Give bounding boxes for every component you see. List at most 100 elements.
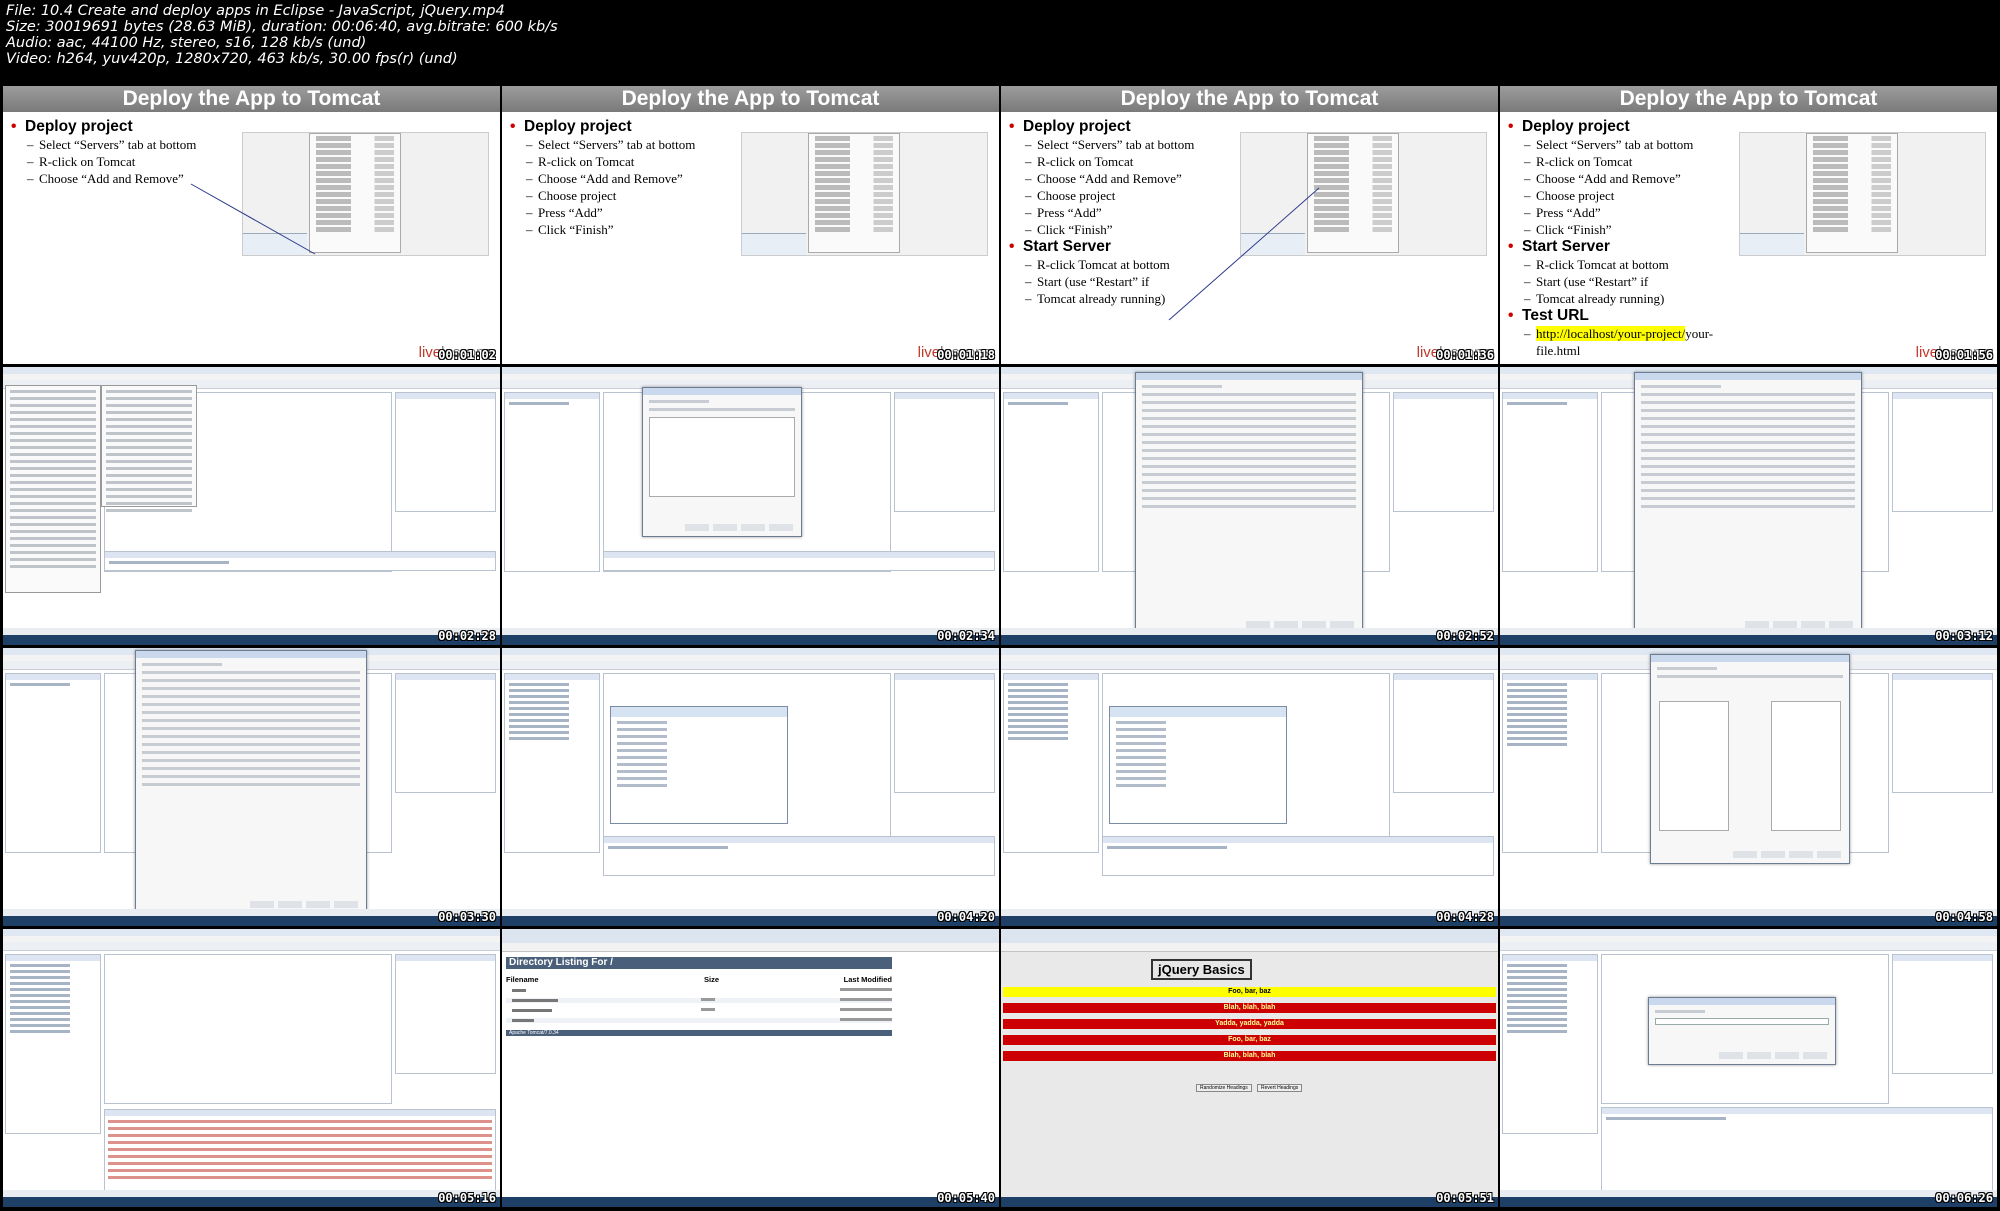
- timestamp: 00:02:34: [937, 629, 995, 643]
- sub-bullet: R-click on Tomcat: [508, 153, 758, 170]
- file-line: File: 10.4 Create and deploy apps in Ecl…: [6, 3, 505, 19]
- windows-taskbar: [1001, 916, 1498, 926]
- thumb-eclipse-add-remove: 00:04:58: [1500, 648, 1997, 926]
- timestamp: 00:05:16: [438, 1191, 496, 1205]
- windows-taskbar: [502, 635, 999, 645]
- timestamp: 00:02:28: [438, 629, 496, 643]
- project-explorer[interactable]: [1003, 673, 1099, 853]
- sub-bullet: Press “Add”: [508, 204, 758, 221]
- outline-pane: [1892, 954, 1993, 1074]
- table-row[interactable]: [506, 988, 892, 993]
- new-project-dialog[interactable]: [642, 387, 802, 537]
- timestamp: 00:02:52: [1436, 629, 1494, 643]
- randomize-headings-button[interactable]: Randomize Headings: [1196, 1084, 1252, 1092]
- sub-bullet-text: Tomcat already running): [1536, 291, 1665, 306]
- project-explorer[interactable]: [1003, 392, 1099, 572]
- outline-pane: [395, 673, 496, 793]
- dynamic-web-project-dialog[interactable]: [1135, 372, 1363, 634]
- project-explorer[interactable]: [5, 673, 101, 853]
- arrow-line: [1168, 187, 1320, 321]
- project-explorer[interactable]: [1502, 392, 1598, 572]
- slide-title: Deploy the App to Tomcat: [621, 87, 880, 110]
- arrow-line: [190, 183, 316, 255]
- thumb-eclipse-dynamic-web-2: 00:03:12: [1500, 367, 1997, 645]
- sub-bullet: Click “Finish”: [1506, 221, 1756, 238]
- sub-bullet: Choose “Add and Remove”: [508, 170, 758, 187]
- windows-taskbar: [502, 916, 999, 926]
- timestamp: 00:04:58: [1935, 910, 1993, 924]
- timestamp: 00:01:56: [1935, 348, 1993, 362]
- sub-bullet-cont: Tomcat already running): [1506, 290, 1756, 307]
- editor-area: [104, 954, 392, 1104]
- timestamp: 00:06:26: [1935, 1191, 1993, 1205]
- table-row[interactable]: [506, 1018, 892, 1023]
- servers-pane[interactable]: [104, 551, 496, 571]
- address-bar[interactable]: [502, 943, 999, 952]
- col-filename: Filename: [506, 975, 539, 984]
- heading-bar: Blah, blah, blah: [1003, 1051, 1496, 1061]
- address-bar[interactable]: [1001, 943, 1498, 952]
- new-submenu[interactable]: [101, 385, 197, 512]
- sub-bullet: Select “Servers” tab at bottom: [1506, 136, 1756, 153]
- windows-taskbar: [3, 1197, 500, 1207]
- dynamic-web-project-dialog[interactable]: [135, 650, 367, 914]
- table-row[interactable]: [506, 998, 892, 1003]
- servers-pane[interactable]: [1601, 1107, 1993, 1191]
- outline-pane: [395, 392, 496, 512]
- dynamic-web-project-dialog[interactable]: [1634, 372, 1862, 634]
- heading-bar: Yadda, yadda, yadda: [1003, 1019, 1496, 1029]
- thumb-eclipse-file-explorer-1: 00:04:20: [502, 648, 999, 926]
- servers-pane[interactable]: [603, 551, 995, 571]
- heading-bar: Foo, bar, baz: [1003, 1035, 1496, 1045]
- servers-pane[interactable]: [603, 836, 995, 876]
- size-line: Size: 30019691 bytes (28.63 MiB), durati…: [6, 19, 558, 35]
- sub-bullet: Click “Finish”: [508, 221, 758, 238]
- audio-line: Audio: aac, 44100 Hz, stereo, s16, 128 k…: [6, 35, 367, 51]
- windows-taskbar: [1001, 1197, 1498, 1207]
- bullet-deploy: Deploy project: [1506, 118, 1756, 136]
- add-and-remove-dialog[interactable]: [1650, 654, 1850, 864]
- project-explorer[interactable]: [504, 392, 600, 572]
- bullet-start: Start Server: [1506, 238, 1756, 256]
- slide-bullets: Deploy project Select “Servers” tab at b…: [508, 118, 758, 238]
- rename-resource-dialog[interactable]: [1648, 997, 1836, 1065]
- windows-taskbar: [1500, 1197, 1997, 1207]
- thumb-eclipse-file-menu: 00:02:28: [3, 367, 500, 645]
- file-menu[interactable]: [5, 385, 101, 593]
- windows-file-explorer[interactable]: [610, 706, 788, 824]
- thumb-firefox-directory-listing: Directory Listing For / Filename Size La…: [502, 929, 999, 1207]
- file-info: File: 10.4 Create and deploy apps in Ecl…: [6, 3, 558, 67]
- url-highlight: http://localhost/your-project/: [1536, 326, 1686, 341]
- project-explorer[interactable]: [1502, 954, 1598, 1134]
- windows-file-explorer[interactable]: [1109, 706, 1287, 824]
- slide-title: Deploy the App to Tomcat: [1619, 87, 1878, 110]
- server-footer: Apache Tomcat/7.0.34: [506, 1030, 892, 1036]
- timestamp: 00:05:51: [1436, 1191, 1494, 1205]
- windows-taskbar: [3, 635, 500, 645]
- windows-taskbar: [1500, 635, 1997, 645]
- revert-headings-button[interactable]: Revert Headings: [1257, 1084, 1303, 1092]
- project-explorer[interactable]: [504, 673, 600, 853]
- bullet-test-url: Test URL: [1506, 307, 1756, 325]
- outline-pane: [1892, 673, 1993, 793]
- timestamp: 00:03:12: [1935, 629, 1993, 643]
- thumb-firefox-jquery-basics: jQuery Basics Foo, bar, baz Blah, blah, …: [1001, 929, 1498, 1207]
- screenshot-inset: [741, 132, 988, 256]
- table-row[interactable]: [506, 1008, 892, 1013]
- project-explorer[interactable]: [5, 954, 101, 1134]
- outline-pane: [1393, 673, 1494, 793]
- video-line: Video: h264, yuv420p, 1280x720, 463 kb/s…: [6, 51, 458, 67]
- heading-bar: Foo, bar, baz: [1003, 987, 1496, 997]
- thumb-slide-2: Deploy the App to Tomcat Deploy project …: [502, 86, 999, 364]
- timestamp: 00:03:30: [438, 910, 496, 924]
- thumbnail-grid: Deploy the App to Tomcat Deploy project …: [3, 86, 1999, 1208]
- servers-pane[interactable]: [1102, 836, 1494, 876]
- timestamp: 00:04:20: [937, 910, 995, 924]
- heading-bar: Blah, blah, blah: [1003, 1003, 1496, 1013]
- sub-bullet: Choose project: [1506, 187, 1756, 204]
- outline-pane: [395, 954, 496, 1074]
- console-pane[interactable]: [104, 1109, 496, 1191]
- project-explorer[interactable]: [1502, 673, 1598, 853]
- thumb-eclipse-file-explorer-2: 00:04:28: [1001, 648, 1498, 926]
- thumb-eclipse-rename-resource: 00:06:26: [1500, 929, 1997, 1207]
